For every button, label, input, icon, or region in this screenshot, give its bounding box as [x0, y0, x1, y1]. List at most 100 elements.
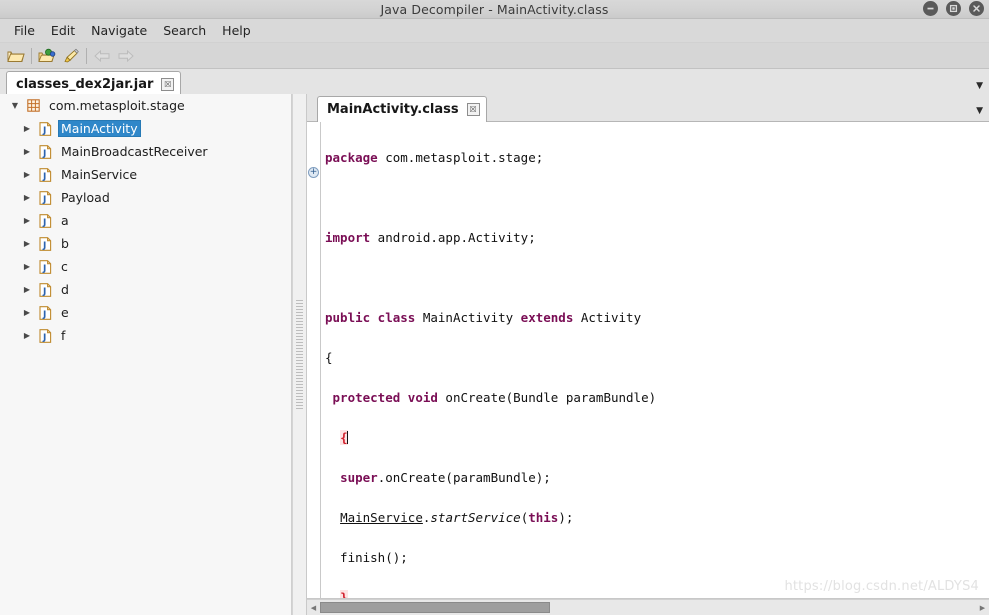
main-split-container: ▼ com.metasploit.stage ▶ J MainActivity: [0, 94, 989, 615]
code-editor-area[interactable]: + package com.metasploit.stage; import a…: [307, 122, 989, 599]
svg-text:J: J: [42, 310, 46, 320]
scroll-right-arrow-icon[interactable]: ▶: [976, 601, 989, 614]
jar-tab-close-icon[interactable]: ☒: [161, 78, 175, 91]
java-class-icon: J: [36, 259, 54, 274]
code-line: MainService.startService(this);: [340, 510, 574, 525]
svg-text:J: J: [42, 218, 46, 228]
svg-text:J: J: [42, 126, 46, 136]
editor-tab-label: MainActivity.class: [327, 102, 459, 117]
java-class-icon: J: [36, 305, 54, 320]
matching-brace-close: }: [340, 590, 348, 598]
tree-twisty-collapsed-icon[interactable]: ▶: [18, 170, 36, 179]
tree-node-label: e: [61, 305, 69, 320]
tree-node-e[interactable]: ▶ J e: [0, 301, 291, 324]
close-button[interactable]: [969, 1, 984, 16]
code-line: }: [325, 588, 989, 598]
tree-node-d[interactable]: ▶ J d: [0, 278, 291, 301]
tree-twisty-collapsed-icon[interactable]: ▶: [18, 216, 36, 225]
open-type-hierarchy-icon[interactable]: [59, 45, 83, 67]
window-title: Java Decompiler - MainActivity.class: [380, 1, 609, 17]
tree-twisty-collapsed-icon[interactable]: ▶: [18, 308, 36, 317]
package-icon: [24, 99, 42, 112]
toolbar-separator-2: [86, 47, 87, 64]
tree-node-a[interactable]: ▶ J a: [0, 209, 291, 232]
jar-tabstrip: classes_dex2jar.jar ☒ ▼: [0, 69, 989, 97]
horizontal-scroll-track[interactable]: [320, 601, 976, 614]
tree-node-payload[interactable]: ▶ J Payload: [0, 186, 291, 209]
editor-tabstrip-menu-icon[interactable]: ▼: [976, 107, 983, 116]
editor-tabstrip: MainActivity.class ☒ ▼: [307, 94, 989, 122]
java-class-icon: J: [36, 144, 54, 159]
maximize-button[interactable]: [946, 1, 961, 16]
code-content[interactable]: package com.metasploit.stage; import and…: [321, 122, 989, 598]
tree-twisty-collapsed-icon[interactable]: ▶: [18, 331, 36, 340]
toolbar: [0, 43, 989, 69]
svg-text:J: J: [42, 172, 46, 182]
tree-node-f[interactable]: ▶ J f: [0, 324, 291, 347]
tree-twisty-collapsed-icon[interactable]: ▶: [18, 193, 36, 202]
horizontal-scrollbar[interactable]: ◀ ▶: [307, 599, 989, 615]
tree-twisty-collapsed-icon[interactable]: ▶: [18, 147, 36, 156]
tree-node-label: Payload: [61, 190, 110, 205]
code-line: package com.metasploit.stage;: [325, 150, 544, 165]
code-line: {: [325, 350, 333, 365]
java-class-icon: J: [36, 190, 54, 205]
menu-search[interactable]: Search: [155, 21, 214, 40]
jar-tabstrip-menu-icon[interactable]: ▼: [976, 82, 983, 91]
type-link-mainservice[interactable]: MainService: [340, 510, 423, 525]
java-class-icon: J: [36, 213, 54, 228]
horizontal-scroll-thumb[interactable]: [320, 602, 550, 613]
java-class-icon: J: [36, 236, 54, 251]
tree-node-label: MainActivity: [58, 120, 141, 137]
code-line: protected void onCreate(Bundle paramBund…: [332, 390, 657, 405]
svg-text:J: J: [42, 241, 46, 251]
minimize-button[interactable]: [923, 1, 938, 16]
svg-text:J: J: [42, 195, 46, 205]
editor-tab-mainactivity-class[interactable]: MainActivity.class ☒: [317, 96, 487, 122]
menu-help[interactable]: Help: [214, 21, 259, 40]
svg-text:J: J: [42, 149, 46, 159]
java-class-icon: J: [36, 282, 54, 297]
tree-node-package[interactable]: ▼ com.metasploit.stage: [0, 94, 291, 117]
tree-node-mainbroadcastreceiver[interactable]: ▶ J MainBroadcastReceiver: [0, 140, 291, 163]
scroll-left-arrow-icon[interactable]: ◀: [307, 601, 320, 614]
forward-arrow-icon[interactable]: [114, 45, 138, 67]
code-line: {: [325, 428, 989, 448]
menu-navigate[interactable]: Navigate: [83, 21, 155, 40]
java-class-icon: J: [36, 121, 54, 136]
tree-twisty-collapsed-icon[interactable]: ▶: [18, 239, 36, 248]
svg-text:J: J: [42, 264, 46, 274]
menu-file[interactable]: File: [6, 21, 43, 40]
tree-node-label: b: [61, 236, 69, 251]
svg-text:J: J: [42, 287, 46, 297]
code-line: finish();: [325, 550, 408, 565]
java-class-icon: J: [36, 167, 54, 182]
code-line: import android.app.Activity;: [325, 230, 536, 245]
splitter-grip-icon: [296, 299, 303, 410]
code-line: public class MainActivity extends Activi…: [325, 310, 642, 325]
tree-node-label: MainService: [61, 167, 138, 182]
menu-edit[interactable]: Edit: [43, 21, 83, 40]
tree-twisty-collapsed-icon[interactable]: ▶: [18, 124, 36, 133]
tree-node-label: c: [61, 259, 68, 274]
tree-twisty-collapsed-icon[interactable]: ▶: [18, 285, 36, 294]
editor-tab-close-icon[interactable]: ☒: [466, 103, 480, 116]
toolbar-separator-1: [31, 47, 32, 64]
tree-node-label: d: [61, 282, 69, 297]
tree-twisty-expanded-icon[interactable]: ▼: [6, 101, 24, 110]
back-arrow-icon[interactable]: [90, 45, 114, 67]
tree-node-mainactivity[interactable]: ▶ J MainActivity: [0, 117, 291, 140]
panel-splitter[interactable]: [292, 94, 307, 615]
fold-toggle-import-icon[interactable]: +: [308, 167, 319, 178]
window-titlebar: Java Decompiler - MainActivity.class: [0, 0, 989, 19]
tree-node-b[interactable]: ▶ J b: [0, 232, 291, 255]
open-type-icon[interactable]: [35, 45, 59, 67]
tree-node-mainservice[interactable]: ▶ J MainService: [0, 163, 291, 186]
open-file-icon[interactable]: [4, 45, 28, 67]
tree-node-c[interactable]: ▶ J c: [0, 255, 291, 278]
text-caret: [346, 431, 348, 444]
tree-twisty-collapsed-icon[interactable]: ▶: [18, 262, 36, 271]
java-class-icon: J: [36, 328, 54, 343]
